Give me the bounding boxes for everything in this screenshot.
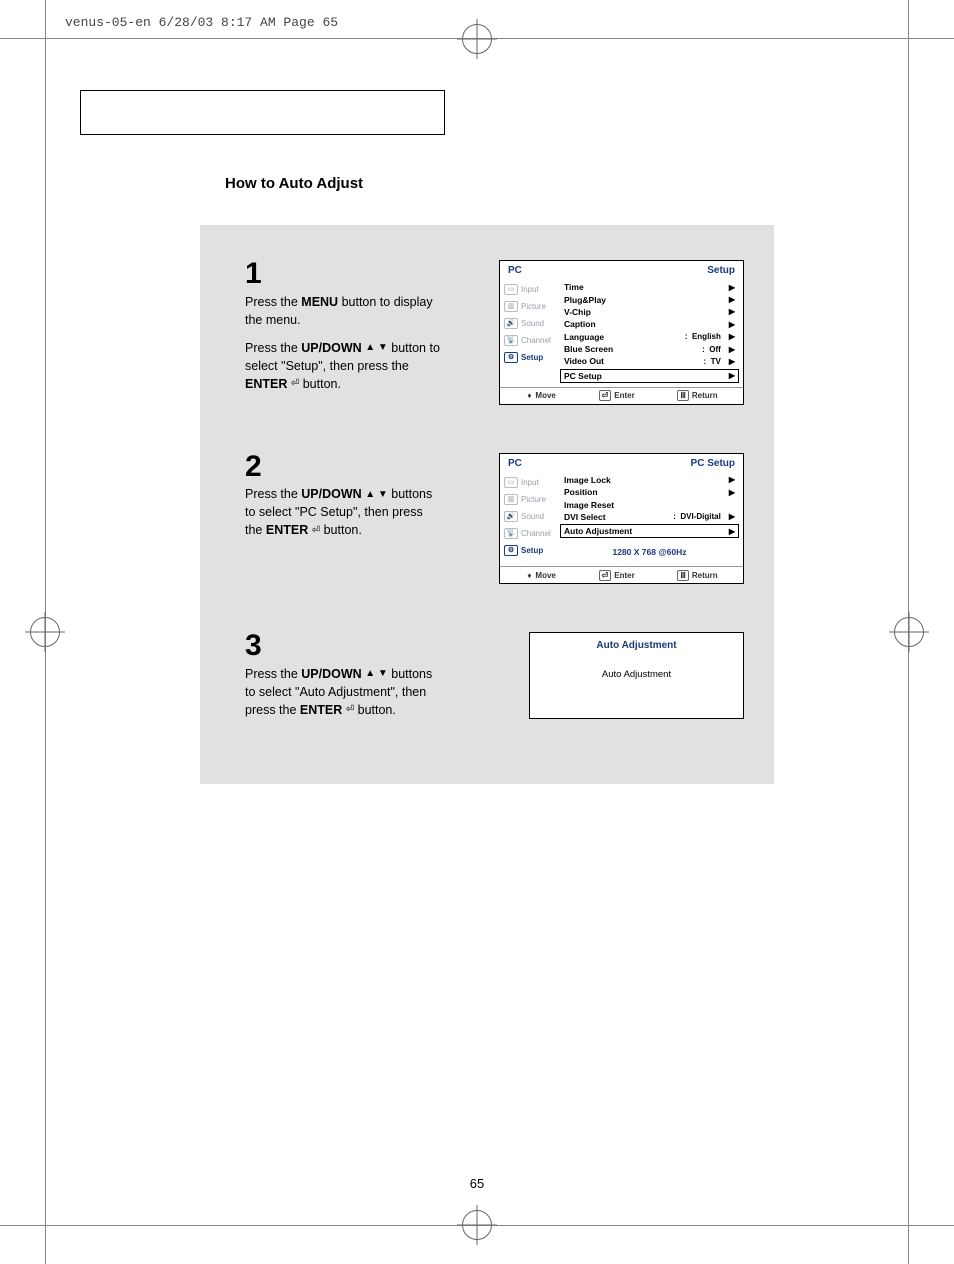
item-pcsetup: PC Setup▶ (560, 369, 739, 383)
footer-enter: ⏎Enter (599, 390, 635, 401)
move-icon: ♦ (525, 391, 532, 400)
nav-picture: ▥Picture (504, 298, 558, 315)
item-imagelock: Image Lock▶ (564, 474, 735, 486)
osd-autoadjustment: Auto Adjustment Auto Adjustment (529, 632, 744, 719)
osd-mode: PC (508, 458, 522, 469)
footer-return: ⅢReturn (677, 390, 717, 401)
header-box (80, 90, 445, 135)
updown-icon: ▲ ▼ (365, 341, 388, 356)
footer-return: ⅢReturn (677, 570, 717, 581)
page-number: 65 (470, 1176, 484, 1191)
item-position: Position▶ (564, 486, 735, 498)
item-dviselect: DVI Select: DVI-Digital▶ (564, 511, 735, 523)
picture-icon: ▥ (504, 301, 518, 312)
autoadj-body: Auto Adjustment (530, 669, 743, 680)
step-1: 1 Press the MENU button to display the m… (245, 260, 744, 405)
step-3: 3 Press the UP/DOWN ▲ ▼ buttons to selec… (245, 632, 744, 719)
print-slug: venus-05-en 6/28/03 8:17 AM Page 65 (65, 15, 338, 30)
nav-setup: ⚙Setup (504, 542, 558, 559)
channel-icon: 📡 (504, 528, 518, 539)
item-videoout: Video Out: TV▶ (564, 355, 735, 367)
page-frame: How to Auto Adjust 1 Press the MENU butt… (45, 55, 909, 1209)
resolution-status: 1280 X 768 @60Hz (564, 539, 735, 563)
nav-channel: 📡Channel (504, 525, 558, 542)
osd-title: PC Setup (691, 458, 735, 469)
content-panel: 1 Press the MENU button to display the m… (200, 225, 774, 784)
osd-title: Setup (707, 265, 735, 276)
osd-mode: PC (508, 265, 522, 276)
updown-icon: ▲ ▼ (365, 488, 388, 503)
item-plugplay: Plug&Play▶ (564, 293, 735, 305)
sound-icon: 🔊 (504, 511, 518, 522)
osd-pcsetup-menu: PC PC Setup ▭Input ▥Picture 🔊Sound 📡Chan… (499, 453, 744, 585)
footer-enter: ⏎Enter (599, 570, 635, 581)
footer-move: ♦Move (525, 570, 556, 581)
input-icon: ▭ (504, 284, 518, 295)
move-icon: ♦ (525, 571, 532, 580)
item-language: Language: English▶ (564, 331, 735, 343)
footer-move: ♦Move (525, 390, 556, 401)
step-2: 2 Press the UP/DOWN ▲ ▼ buttons to selec… (245, 453, 744, 585)
setup-icon: ⚙ (504, 545, 518, 556)
section-title: How to Auto Adjust (225, 175, 363, 192)
enter-icon: ⏎ (312, 524, 320, 539)
sound-icon: 🔊 (504, 318, 518, 329)
item-bluescreen: Blue Screen: Off▶ (564, 343, 735, 355)
picture-icon: ▥ (504, 494, 518, 505)
step-number: 1 (245, 260, 440, 289)
item-autoadjustment: Auto Adjustment▶ (560, 524, 739, 538)
item-time: Time▶ (564, 281, 735, 293)
nav-picture: ▥Picture (504, 491, 558, 508)
autoadj-title: Auto Adjustment (530, 633, 743, 669)
osd-setup-menu: PC Setup ▭Input ▥Picture 🔊Sound 📡Channel… (499, 260, 744, 405)
step-number: 2 (245, 453, 440, 482)
input-icon: ▭ (504, 477, 518, 488)
enter-icon: ⏎ (599, 570, 612, 581)
item-vchip: V-Chip▶ (564, 306, 735, 318)
enter-icon: ⏎ (599, 390, 612, 401)
return-icon: Ⅲ (677, 570, 689, 581)
step-text: Press the UP/DOWN ▲ ▼ buttons to select … (245, 485, 440, 539)
channel-icon: 📡 (504, 335, 518, 346)
nav-channel: 📡Channel (504, 332, 558, 349)
nav-sound: 🔊Sound (504, 315, 558, 332)
nav-input: ▭Input (504, 281, 558, 298)
registration-mark-icon (462, 24, 492, 54)
item-imagereset: Image Reset (564, 498, 735, 510)
item-caption: Caption▶ (564, 318, 735, 330)
enter-icon: ⏎ (291, 377, 299, 392)
step-number: 3 (245, 632, 440, 661)
nav-input: ▭Input (504, 474, 558, 491)
enter-icon: ⏎ (346, 703, 354, 718)
step-text: Press the MENU button to display the men… (245, 293, 440, 394)
setup-icon: ⚙ (504, 352, 518, 363)
return-icon: Ⅲ (677, 390, 689, 401)
nav-sound: 🔊Sound (504, 508, 558, 525)
registration-mark-icon (462, 1210, 492, 1240)
updown-icon: ▲ ▼ (365, 667, 388, 682)
step-text: Press the UP/DOWN ▲ ▼ buttons to select … (245, 665, 440, 719)
nav-setup: ⚙Setup (504, 349, 558, 366)
